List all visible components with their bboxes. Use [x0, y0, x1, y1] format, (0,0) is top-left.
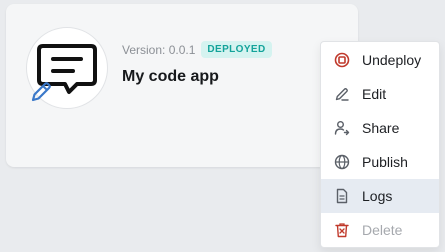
version-line: Version: 0.0.1 DEPLOYED [122, 41, 272, 58]
menu-item-label: Publish [362, 154, 408, 170]
app-title: My code app [122, 68, 219, 85]
status-badge: DEPLOYED [201, 41, 272, 58]
menu-item-edit[interactable]: Edit [321, 77, 439, 111]
menu-item-logs[interactable]: Logs [321, 179, 439, 213]
document-icon [333, 187, 351, 205]
menu-item-publish[interactable]: Publish [321, 145, 439, 179]
pencil-icon[interactable] [29, 80, 53, 104]
app-card[interactable]: Version: 0.0.1 DEPLOYED My code app [6, 4, 358, 167]
trash-icon [333, 221, 351, 239]
menu-item-delete[interactable]: Delete [321, 213, 439, 247]
context-menu: Undeploy Edit Share Publish Logs Delete [320, 41, 440, 248]
menu-item-label: Delete [362, 222, 403, 238]
menu-item-label: Undeploy [362, 52, 422, 68]
menu-item-label: Logs [362, 188, 393, 204]
menu-item-undeploy[interactable]: Undeploy [321, 43, 439, 77]
app-avatar [26, 27, 108, 109]
share-user-icon [333, 119, 351, 137]
globe-icon [333, 153, 351, 171]
edit-icon [333, 85, 351, 103]
version-label: Version: 0.0.1 [122, 42, 196, 57]
menu-item-share[interactable]: Share [321, 111, 439, 145]
menu-item-label: Edit [362, 86, 387, 102]
undeploy-icon [333, 51, 351, 69]
menu-item-label: Share [362, 120, 400, 136]
